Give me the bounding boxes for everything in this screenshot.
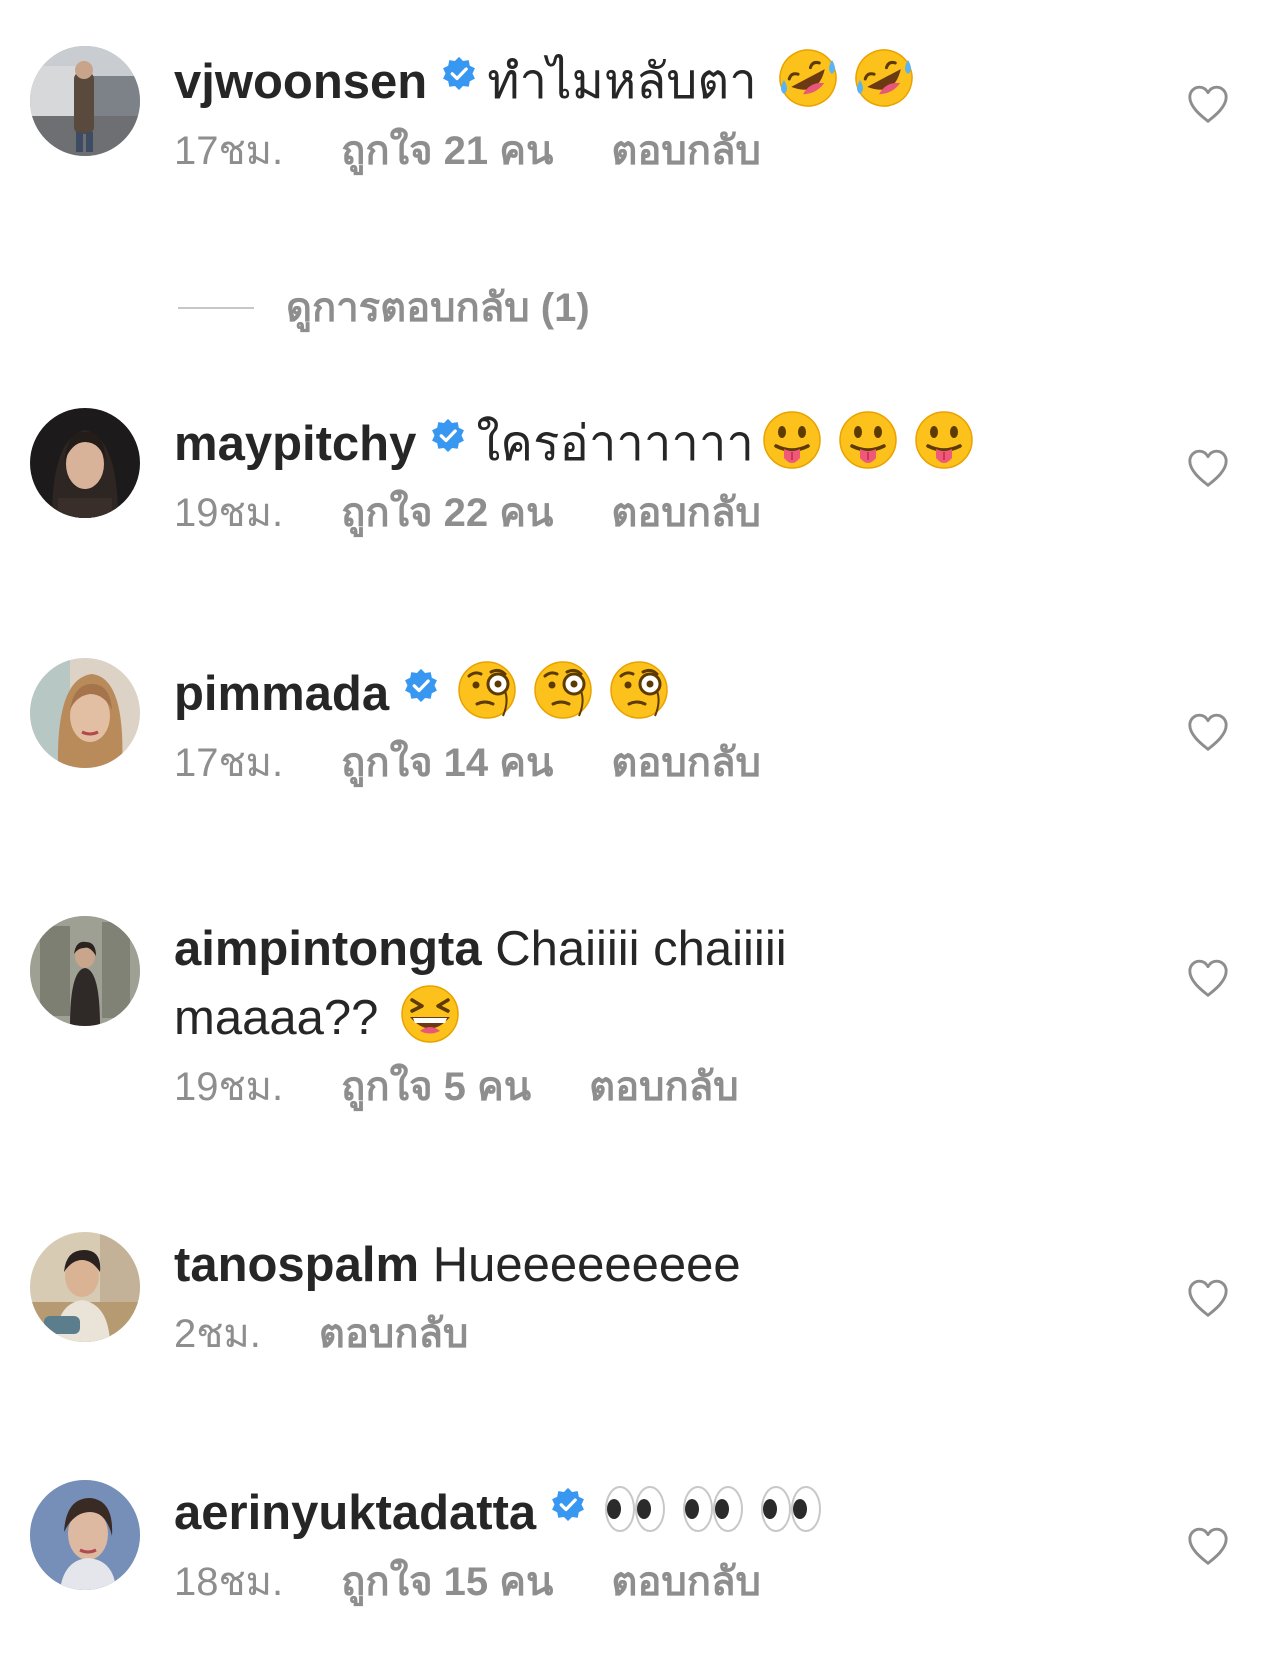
eyes-icon (758, 1483, 824, 1535)
comment-time: 18ชม. (174, 1560, 284, 1604)
comment-body: aerinyuktadatta 18ชม. ถูกใจ 15 คน ตอบกลับ (174, 1480, 1144, 1608)
verified-badge-icon (430, 418, 466, 454)
comment-text: Hueeeeeeeee (432, 1238, 741, 1292)
rolling-on-floor-laughing-icon (776, 46, 840, 110)
reply-button[interactable]: ตอบกลับ (319, 1312, 469, 1356)
username[interactable]: aimpintongta (174, 922, 482, 976)
comment-body: aimpintongta Chaiiiii chaiiiii maaaa?? 1… (174, 916, 1144, 1113)
comment-meta: 19ชม. ถูกใจ 22 คน ตอบกลับ (174, 487, 1144, 539)
reply-button[interactable]: ตอบกลับ (589, 1065, 739, 1109)
comment-body: tanospalm Hueeeeeeeee 2ชม. ตอบกลับ (174, 1232, 1144, 1360)
avatar[interactable] (30, 916, 140, 1026)
verified-badge-icon (550, 1487, 586, 1523)
comment-meta: 2ชม. ตอบกลับ (174, 1308, 1144, 1360)
like-count[interactable]: ถูกใจ 22 คน (341, 491, 553, 535)
face-with-monocle-icon (455, 658, 519, 722)
comment-text-line: maypitchy ใครอ่าาาาาา (174, 408, 1144, 477)
like-count[interactable]: ถูกใจ 5 คน (341, 1065, 531, 1109)
like-count[interactable]: ถูกใจ 14 คน (341, 741, 553, 785)
comment-body: pimmada 17ชม. ถูกใจ 14 คน ตอบกลับ (174, 658, 1144, 789)
eyes-icon (680, 1483, 746, 1535)
username[interactable]: maypitchy (174, 417, 416, 471)
face-with-tongue-icon (836, 408, 900, 472)
avatar[interactable] (30, 46, 140, 156)
reply-button[interactable]: ตอบกลับ (611, 129, 761, 173)
comment-text: ใครอ่าาาาาา (476, 417, 754, 471)
like-heart-icon[interactable] (1186, 448, 1230, 488)
like-heart-icon[interactable] (1186, 1526, 1230, 1566)
face-with-tongue-icon (760, 408, 824, 472)
like-heart-icon[interactable] (1186, 84, 1230, 124)
comment-text-line: aimpintongta Chaiiiii chaiiiii maaaa?? (174, 916, 874, 1051)
avatar[interactable] (30, 1232, 140, 1342)
view-replies-label[interactable]: ดูการตอบกลับ (1) (286, 286, 590, 330)
avatar[interactable] (30, 408, 140, 518)
comment-meta: 19ชม. ถูกใจ 5 คน ตอบกลับ (174, 1061, 1144, 1113)
comment-meta: 17ชม. ถูกใจ 21 คน ตอบกลับ (174, 125, 1144, 177)
like-count[interactable]: ถูกใจ 15 คน (341, 1560, 553, 1604)
avatar[interactable] (30, 658, 140, 768)
face-with-monocle-icon (531, 658, 595, 722)
username[interactable]: vjwoonsen (174, 55, 427, 109)
like-count[interactable]: ถูกใจ 21 คน (341, 129, 553, 173)
comment-body: vjwoonsen ทำไมหลับตา 17ชม. ถูกใจ 21 คน ตอบก… (174, 46, 1144, 177)
comment-meta: 18ชม. ถูกใจ 15 คน ตอบกลับ (174, 1556, 1144, 1608)
like-heart-icon[interactable] (1186, 1278, 1230, 1318)
reply-button[interactable]: ตอบกลับ (611, 741, 761, 785)
divider (178, 307, 254, 309)
username[interactable]: pimmada (174, 667, 389, 721)
face-with-tongue-icon (912, 408, 976, 472)
reply-button[interactable]: ตอบกลับ (611, 1560, 761, 1604)
comment-time: 17ชม. (174, 129, 284, 173)
username[interactable]: aerinyuktadatta (174, 1486, 536, 1540)
comment-body: maypitchy ใครอ่าาาาาา 19ชม. ถูกใจ 22 คน ตอบ… (174, 408, 1144, 539)
reply-button[interactable]: ตอบกลับ (611, 491, 761, 535)
comment-text-line: vjwoonsen ทำไมหลับตา (174, 46, 1144, 115)
comment-text-line: tanospalm Hueeeeeeeee (174, 1232, 1144, 1298)
grinning-squinting-face-icon (398, 982, 462, 1046)
comment-time: 2ชม. (174, 1312, 261, 1356)
eyes-icon (602, 1483, 668, 1535)
comment-text-line: aerinyuktadatta (174, 1480, 1144, 1546)
username[interactable]: tanospalm (174, 1238, 419, 1292)
comment-text-line: pimmada (174, 658, 1144, 727)
face-with-monocle-icon (607, 658, 671, 722)
comment-time: 17ชม. (174, 741, 284, 785)
comment-time: 19ชม. (174, 491, 284, 535)
verified-badge-icon (441, 56, 477, 92)
avatar[interactable] (30, 1480, 140, 1590)
like-heart-icon[interactable] (1186, 958, 1230, 998)
verified-badge-icon (403, 668, 439, 704)
like-heart-icon[interactable] (1186, 712, 1230, 752)
rolling-on-floor-laughing-icon (852, 46, 916, 110)
comment-meta: 17ชม. ถูกใจ 14 คน ตอบกลับ (174, 737, 1144, 789)
comment-text: ทำไมหลับตา (487, 55, 757, 109)
view-replies-button[interactable]: ดูการตอบกลับ (1) (178, 282, 590, 334)
comment-time: 19ชม. (174, 1065, 284, 1109)
